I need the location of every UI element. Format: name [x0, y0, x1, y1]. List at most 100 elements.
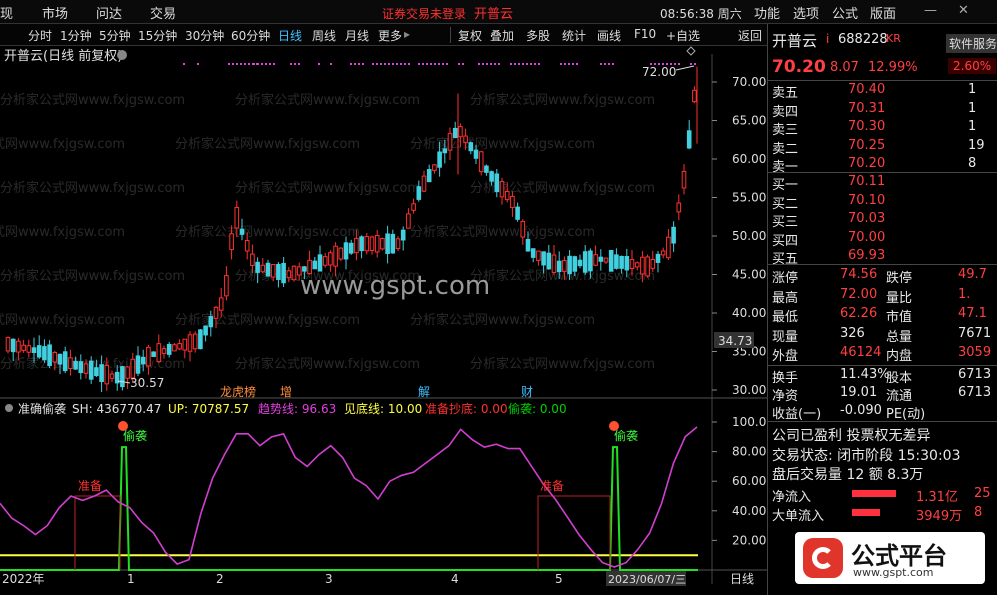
back-button[interactable]: 返回	[738, 27, 762, 44]
candle-body	[16, 340, 21, 353]
watermark-text: 分析家公式网www.fxjgsw.com	[0, 268, 185, 284]
order-volume: 19	[968, 137, 985, 153]
watermark-text: 分析家公式网www.fxjgsw.com	[410, 224, 595, 240]
period-tab-1min[interactable]: 1分钟	[60, 27, 92, 44]
stat-av: 19.01	[840, 385, 878, 400]
chart-settings-icon[interactable]	[117, 50, 127, 60]
candle-body	[536, 250, 541, 261]
trade-status: 交易状态: 闭市阶段 15:30:03	[772, 448, 961, 464]
period-tab-intraday[interactable]: 分时	[28, 27, 52, 44]
candle-body	[484, 165, 489, 173]
marker-unlock[interactable]: 解	[418, 385, 430, 399]
menu-trade[interactable]: 交易	[150, 3, 176, 22]
candle-body	[333, 245, 338, 267]
marker-finance[interactable]: 财	[521, 385, 533, 399]
indicator-settings-icon[interactable]	[5, 404, 13, 412]
signal-dot	[294, 63, 296, 65]
menu-item-1[interactable]: 现	[0, 3, 13, 22]
period-tab-15min[interactable]: 15分钟	[138, 27, 177, 44]
sector-tab[interactable]: 软件服务	[946, 34, 997, 53]
signal-dot	[498, 63, 500, 65]
candle-body	[260, 264, 266, 273]
menu-market[interactable]: 市场	[42, 3, 68, 22]
menu-options[interactable]: 选项	[793, 3, 819, 22]
indicator-tick-label: 100.00	[732, 415, 767, 429]
price-ticks: 70.0065.0060.0055.0050.0045.0040.0035.00…	[712, 75, 766, 397]
order-label: 买二	[772, 196, 799, 212]
watermark-text: 分析家公式网www.fxjgsw.com	[0, 92, 185, 108]
stat-av: 62.26	[840, 306, 878, 321]
candle-body	[224, 275, 229, 297]
candle-body	[172, 344, 177, 352]
period-tab-60min[interactable]: 60分钟	[231, 27, 270, 44]
statistics-button[interactable]: 统计	[562, 27, 586, 44]
clock: 08:56:38 周六	[660, 7, 742, 21]
kline-chart[interactable]: 分析家公式网www.fxjgsw.com 分析家公式网www.fxjgsw.com…	[0, 46, 767, 591]
restore-rights-button[interactable]: 复权	[458, 27, 482, 44]
overlay-button[interactable]: 叠加	[490, 27, 514, 44]
minimize-icon[interactable]: —	[924, 3, 937, 18]
candle-body	[94, 367, 99, 377]
signal-dot	[526, 63, 528, 65]
candle-body	[624, 256, 630, 271]
menu-bar: 现 市场 问达 交易 证券交易未登录 开普云 08:56:38 周六 功能 选项…	[0, 0, 997, 24]
candle-body	[343, 242, 349, 260]
order-label: 卖五	[772, 86, 799, 101]
indicator-tick-label: 20.00	[732, 533, 766, 547]
candle-body	[660, 250, 666, 256]
menu-layout[interactable]: 版面	[870, 3, 896, 22]
stat-a: 现量	[772, 329, 799, 345]
chevron-right-icon[interactable]: ▸	[404, 27, 410, 41]
period-toolbar: 分时 1分钟 5分钟 15分钟 30分钟 60分钟 日线 周线 月线 更多 ▸ …	[0, 24, 767, 46]
signal-dot	[678, 63, 680, 65]
period-tab-more[interactable]: 更多	[378, 27, 402, 44]
candle-body	[239, 228, 245, 235]
signal-dot	[576, 63, 578, 65]
login-notice[interactable]: 证券交易未登录	[382, 5, 466, 22]
period-tab-30min[interactable]: 30分钟	[185, 27, 224, 44]
marker-increase[interactable]: 增	[280, 385, 292, 399]
candle-body	[608, 249, 614, 272]
signal-dot	[253, 63, 255, 65]
candle-body	[395, 238, 401, 250]
candle-body	[634, 262, 640, 268]
menu-formula[interactable]: 公式	[832, 3, 858, 22]
period-tab-weekly[interactable]: 周线	[312, 27, 336, 44]
close-icon[interactable]: ✕	[958, 3, 969, 18]
multi-stock-button[interactable]: 多股	[526, 27, 550, 44]
draw-line-button[interactable]: 画线	[597, 27, 621, 44]
candle-body	[338, 247, 344, 260]
period-tab-monthly[interactable]: 月线	[345, 27, 369, 44]
signal-dot	[486, 63, 488, 65]
stat-bv: 6713	[958, 367, 992, 382]
signal-dot	[257, 63, 259, 65]
candle-body	[312, 260, 318, 270]
f10-button[interactable]: F10	[634, 27, 656, 41]
net-inflow-value-2: 25	[974, 486, 991, 501]
candle-body	[640, 256, 645, 275]
candle-body	[68, 357, 73, 370]
info-icon[interactable]: i	[826, 32, 829, 46]
order-label: 卖二	[772, 141, 799, 157]
stat-b: 股本	[886, 371, 913, 386]
candle-body	[348, 242, 354, 254]
signal-dot	[376, 63, 378, 65]
marker-longhubang[interactable]: 龙虎榜	[220, 384, 256, 399]
price-tick-label: 60.00	[732, 152, 766, 166]
signal-dot	[261, 63, 263, 65]
period-tab-5min[interactable]: 5分钟	[99, 27, 131, 44]
period-tab-daily[interactable]: 日线	[278, 27, 302, 44]
time-label-3: 3	[325, 572, 333, 586]
candle-body	[629, 259, 635, 270]
menu-function[interactable]: 功能	[754, 3, 780, 22]
signal-dot	[244, 63, 246, 65]
add-watchlist-button[interactable]: +自选	[666, 27, 700, 44]
signal-dot	[612, 63, 614, 65]
watermark-text: 分析家公式网www.fxjgsw.com	[175, 136, 360, 152]
candle-body	[650, 258, 656, 269]
candle-body	[515, 206, 520, 220]
candle-body	[281, 262, 286, 284]
menu-wenda[interactable]: 问达	[96, 3, 122, 22]
stat-b: 内盘	[886, 349, 913, 364]
order-label: 卖四	[772, 104, 799, 120]
